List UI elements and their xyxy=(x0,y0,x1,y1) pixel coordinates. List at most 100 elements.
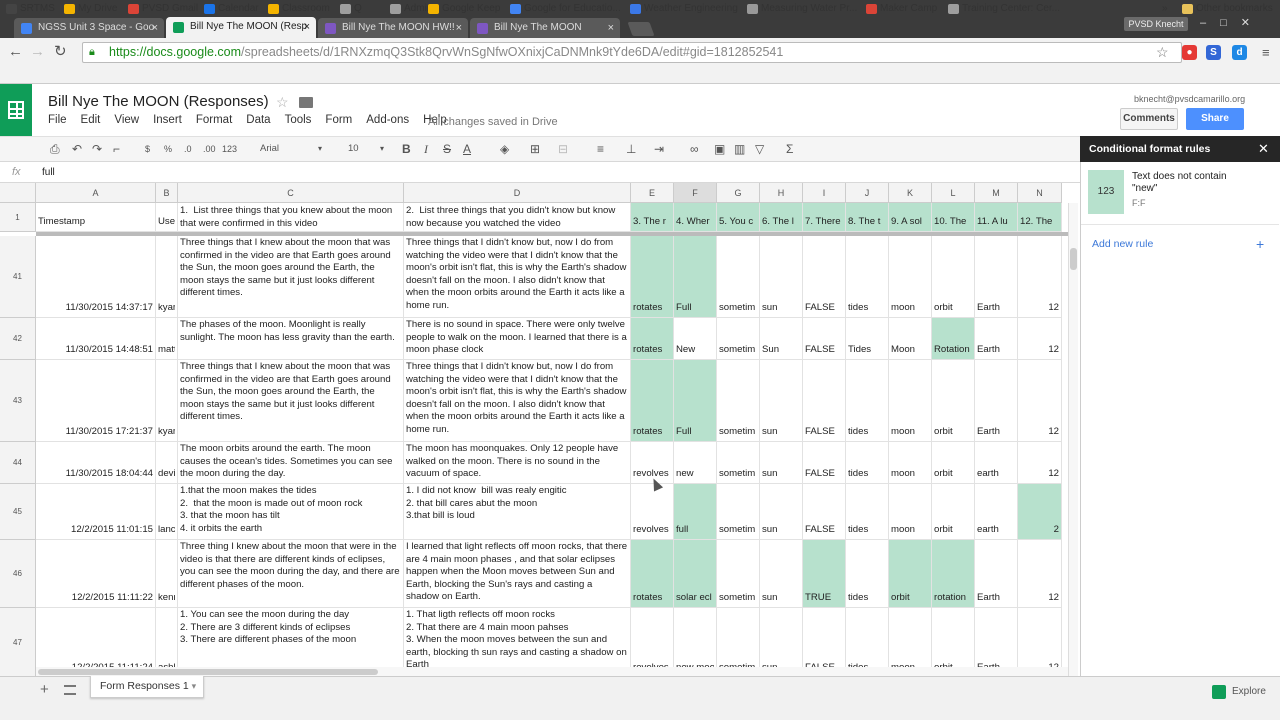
browser-tab[interactable]: Bill Nye The MOON HW!! × xyxy=(318,18,468,38)
header-cell[interactable]: 3. The r xyxy=(631,203,674,232)
bookmark-item[interactable]: My Drive xyxy=(64,1,117,17)
bookmark-star-icon[interactable]: ☆ xyxy=(1156,44,1169,61)
table-cell[interactable]: revolves xyxy=(631,608,674,676)
column-header-h[interactable]: H xyxy=(760,183,803,203)
table-cell[interactable]: 1. I did not know bill was realy engitic… xyxy=(404,484,631,540)
menu-data[interactable]: Data xyxy=(246,114,270,126)
add-sheet-icon[interactable]: + xyxy=(40,681,49,698)
horizontal-scroll-thumb[interactable] xyxy=(38,669,378,675)
row-header[interactable]: 45 xyxy=(0,484,36,540)
table-cell[interactable]: Sun xyxy=(760,318,803,360)
table-cell[interactable]: ashl xyxy=(156,608,178,676)
table-cell[interactable]: 2 xyxy=(1018,484,1062,540)
table-cell[interactable]: 11/30/2015 18:04:44 xyxy=(36,442,156,484)
table-cell[interactable]: rotates xyxy=(631,540,674,608)
all-sheets-icon[interactable] xyxy=(64,685,76,695)
table-cell[interactable]: sometim xyxy=(717,484,760,540)
address-bar[interactable]: https://docs.google.com/spreadsheets/d/1… xyxy=(82,42,1182,63)
table-cell[interactable]: orbit xyxy=(889,540,932,608)
table-cell[interactable]: The moon has moonquakes. Only 12 people … xyxy=(404,442,631,484)
forward-icon[interactable]: → xyxy=(30,43,45,61)
vertical-align-icon[interactable]: ⊥ xyxy=(626,142,636,156)
header-cell[interactable]: 8. The t xyxy=(846,203,889,232)
table-cell[interactable]: full xyxy=(674,484,717,540)
browser-tab[interactable]: Bill Nye The MOON × xyxy=(470,18,620,38)
table-cell[interactable]: 12 xyxy=(1018,608,1062,676)
add-new-rule-link[interactable]: Add new rule xyxy=(1092,238,1153,250)
share-button[interactable]: Share xyxy=(1186,108,1244,130)
browser-tab[interactable]: Bill Nye The MOON (Resp × xyxy=(166,17,316,38)
table-cell[interactable]: tides xyxy=(846,442,889,484)
column-header-b[interactable]: B xyxy=(156,183,178,203)
formula-value[interactable]: full xyxy=(42,167,55,178)
close-icon[interactable]: ✕ xyxy=(1258,141,1269,157)
column-header-e[interactable]: E xyxy=(631,183,674,203)
header-cell[interactable]: 12. The xyxy=(1018,203,1062,232)
redo-icon[interactable]: ↷ xyxy=(92,142,102,156)
chevron-down-icon[interactable]: ▾ xyxy=(318,142,322,156)
table-cell[interactable]: rotates xyxy=(631,360,674,442)
table-cell[interactable]: rotation xyxy=(932,540,975,608)
column-header-c[interactable]: C xyxy=(178,183,404,203)
table-cell[interactable]: orbit xyxy=(932,360,975,442)
table-cell[interactable]: 12/2/2015 11:11:24 xyxy=(36,608,156,676)
table-cell[interactable]: revolves xyxy=(631,484,674,540)
table-cell[interactable]: 12/2/2015 11:11:22 xyxy=(36,540,156,608)
menu-insert[interactable]: Insert xyxy=(153,114,182,126)
table-cell[interactable]: solar ecl xyxy=(674,540,717,608)
table-cell[interactable]: sun xyxy=(760,484,803,540)
table-cell[interactable]: Earth xyxy=(975,236,1018,318)
table-cell[interactable]: tides xyxy=(846,360,889,442)
sheet-tab-form-responses[interactable]: Form Responses 1 ▾ xyxy=(90,676,204,698)
table-cell[interactable]: rotates xyxy=(631,318,674,360)
table-cell[interactable]: earth xyxy=(975,442,1018,484)
table-cell[interactable]: FALSE xyxy=(803,360,846,442)
table-cell[interactable]: sometim xyxy=(717,360,760,442)
table-cell[interactable]: FALSE xyxy=(803,236,846,318)
table-cell[interactable]: 12 xyxy=(1018,360,1062,442)
table-cell[interactable]: orbit xyxy=(932,608,975,676)
header-cell[interactable]: 10. The xyxy=(932,203,975,232)
table-cell[interactable]: moon xyxy=(889,442,932,484)
table-cell[interactable]: The moon orbits around the earth. The mo… xyxy=(178,442,404,484)
bold-icon[interactable]: B xyxy=(402,142,411,156)
bookmark-item[interactable]: Maker Camp xyxy=(866,1,937,17)
font-family-dropdown[interactable]: Arial xyxy=(260,142,279,156)
new-tab-button[interactable] xyxy=(627,22,655,36)
header-cell[interactable]: 5. You c xyxy=(717,203,760,232)
fill-color-icon[interactable]: ◈ xyxy=(500,142,509,156)
bookmark-item[interactable]: Q xyxy=(340,1,362,17)
row-header[interactable]: 43 xyxy=(0,360,36,442)
row-header[interactable]: 47 xyxy=(0,608,36,676)
explore-button[interactable]: Explore xyxy=(1212,684,1266,700)
table-cell[interactable]: moon xyxy=(889,236,932,318)
table-cell[interactable]: Rotation xyxy=(932,318,975,360)
table-cell[interactable]: Earth xyxy=(975,540,1018,608)
table-cell[interactable]: 12/2/2015 11:01:15 xyxy=(36,484,156,540)
chrome-menu-icon[interactable]: ≡ xyxy=(1262,44,1270,62)
row-header[interactable]: 42 xyxy=(0,318,36,360)
table-cell[interactable]: tides xyxy=(846,484,889,540)
formula-bar[interactable] xyxy=(0,163,1080,183)
table-cell[interactable]: FALSE xyxy=(803,608,846,676)
table-cell[interactable]: devi xyxy=(156,442,178,484)
column-header-f[interactable]: F xyxy=(674,183,717,203)
vertical-scroll-thumb[interactable] xyxy=(1070,248,1077,270)
spreadsheet-grid[interactable]: A B C D E F G H I J K L M N 1 Timestamp Use 1. List three… xyxy=(0,183,1072,676)
row-header[interactable]: 46 xyxy=(0,540,36,608)
column-header-k[interactable]: K xyxy=(889,183,932,203)
strikethrough-icon[interactable]: S xyxy=(443,142,451,156)
window-controls[interactable]: –□✕ xyxy=(1200,16,1264,29)
column-header-a[interactable]: A xyxy=(36,183,156,203)
column-header-n[interactable]: N xyxy=(1018,183,1062,203)
table-cell[interactable]: sometim xyxy=(717,608,760,676)
bookmark-item[interactable]: Classroom xyxy=(268,1,330,17)
bookmarks-overflow[interactable]: » xyxy=(1162,1,1168,17)
row-header[interactable]: 41 xyxy=(0,236,36,318)
folder-icon[interactable] xyxy=(299,97,313,108)
table-cell[interactable]: sun xyxy=(760,360,803,442)
table-cell[interactable]: TRUE xyxy=(803,540,846,608)
table-cell[interactable]: kyar xyxy=(156,236,178,318)
table-cell[interactable]: moon xyxy=(889,360,932,442)
column-header-j[interactable]: J xyxy=(846,183,889,203)
